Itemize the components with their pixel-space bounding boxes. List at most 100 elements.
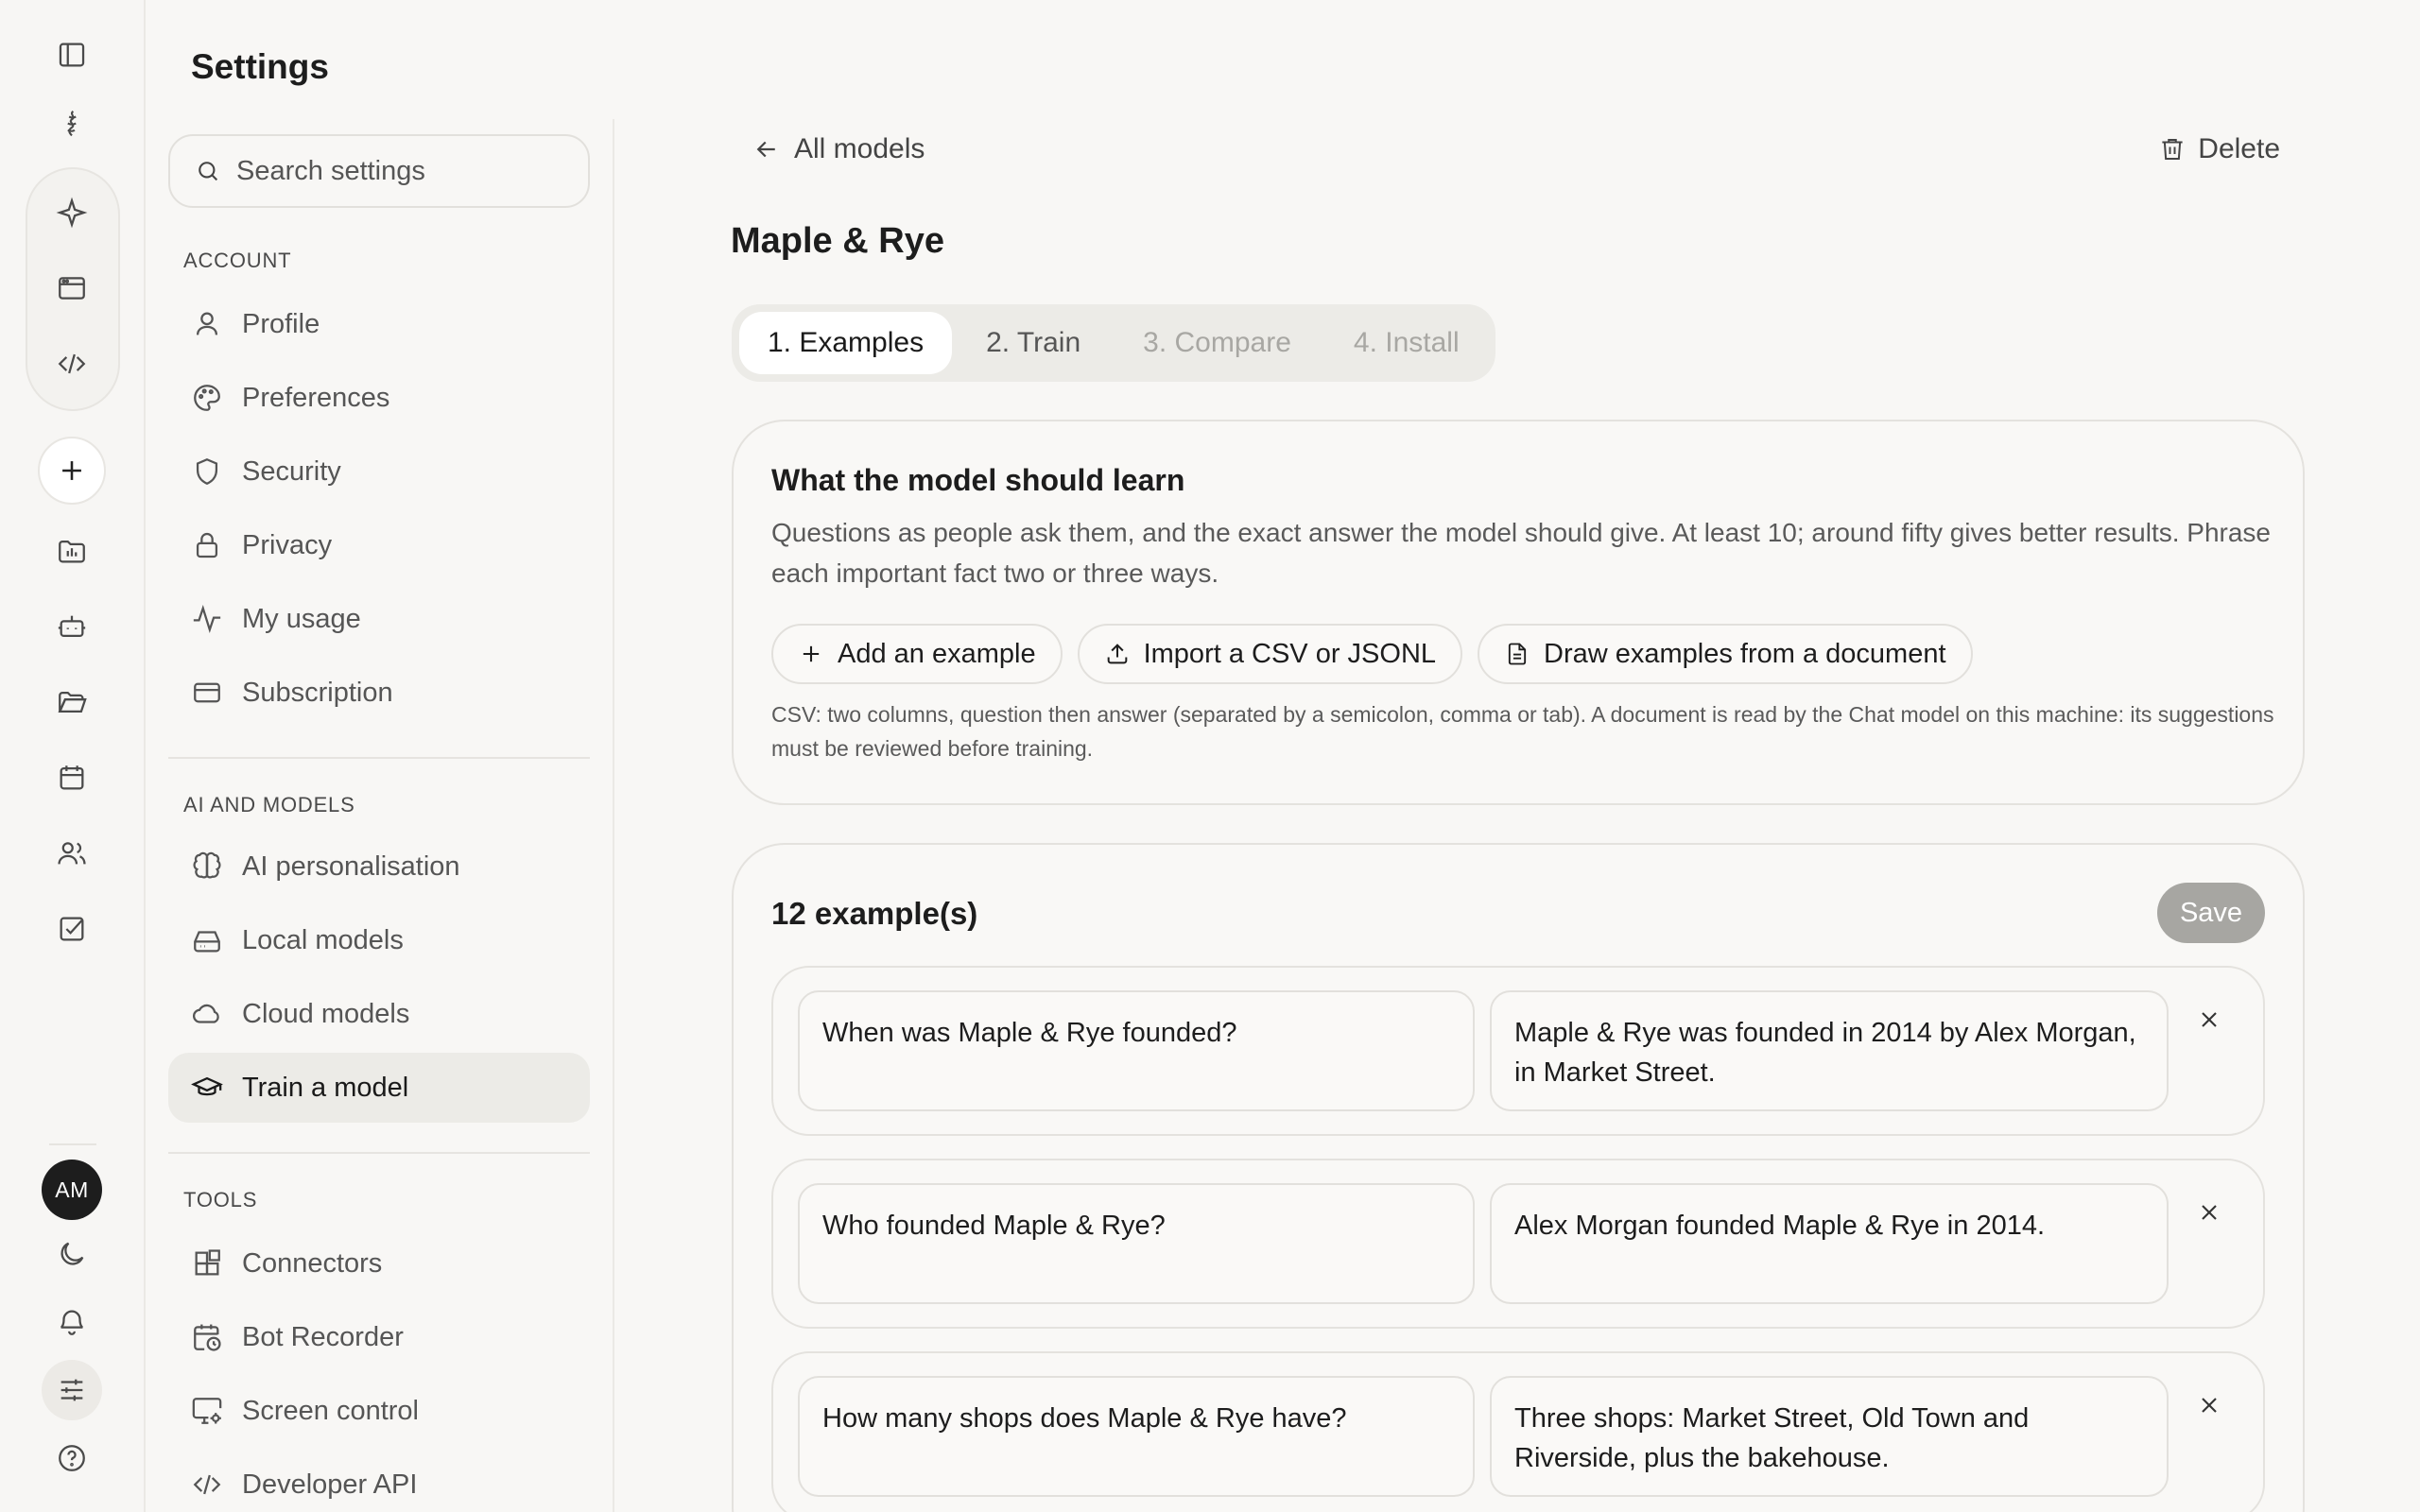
save-button[interactable]: Save (2157, 883, 2265, 943)
settings-title: Settings (191, 47, 329, 86)
upload-icon (1104, 641, 1131, 667)
file-text-icon (1504, 641, 1530, 667)
sparkle-icon[interactable] (42, 182, 102, 243)
rail-divider (49, 1143, 96, 1145)
moon-icon[interactable] (42, 1224, 102, 1284)
sidebar-toggle-icon[interactable] (42, 25, 102, 85)
sidebar-item-label: Connectors (242, 1247, 383, 1279)
remove-example-button[interactable] (2193, 1004, 2225, 1036)
delete-model-button[interactable]: Delete (2158, 130, 2280, 168)
sidebar-separator (613, 119, 614, 1512)
app-logo-icon (42, 94, 102, 155)
sidebar-item-label: Bot Recorder (242, 1321, 404, 1352)
question-field[interactable]: How many shops does Maple & Rye have? (798, 1376, 1475, 1497)
delete-label: Delete (2198, 133, 2280, 164)
question-field[interactable]: When was Maple & Rye founded? (798, 990, 1475, 1111)
sidebar-item-label: AI personalisation (242, 850, 460, 882)
sidebar-item-connectors[interactable]: Connectors (168, 1228, 590, 1298)
code-icon (191, 1469, 223, 1501)
tab-examples[interactable]: 1. Examples (739, 312, 953, 374)
answer-field[interactable]: Alex Morgan founded Maple & Rye in 2014. (1490, 1183, 2169, 1304)
browser-window-icon[interactable] (42, 258, 102, 318)
sidebar-item-profile[interactable]: Profile (168, 289, 590, 359)
avatar[interactable]: AM (42, 1160, 102, 1220)
answer-field[interactable]: Maple & Rye was founded in 2014 by Alex … (1490, 990, 2169, 1111)
sidebar-item-ai-personalisation[interactable]: AI personalisation (168, 832, 590, 902)
remove-example-button[interactable] (2193, 1196, 2225, 1228)
add-example-label: Add an example (838, 638, 1036, 669)
code-icon[interactable] (42, 334, 102, 394)
monitor-cog-icon (191, 1395, 223, 1427)
sidebar-item-cloud-models[interactable]: Cloud models (168, 979, 590, 1049)
import-format-hint: CSV: two columns, question then answer (… (771, 702, 2274, 761)
example-row: Who founded Maple & Rye? Alex Morgan fou… (771, 1159, 2265, 1329)
plus-icon (798, 641, 824, 667)
sidebar-item-label: Train a model (242, 1072, 409, 1103)
tab-install: 4. Install (1353, 327, 1460, 358)
sidebar-item-developer-api[interactable]: Developer API (168, 1450, 590, 1512)
activity-icon (191, 603, 223, 635)
sidebar-item-label: My usage (242, 603, 361, 634)
search-icon (195, 158, 221, 184)
close-icon (2196, 1006, 2222, 1033)
model-name-heading: Maple & Rye (731, 221, 944, 261)
sidebar-divider (168, 757, 590, 759)
sidebar-divider (168, 1152, 590, 1154)
new-item-button[interactable] (38, 437, 106, 505)
examples-count: 12 example(s) (771, 896, 978, 931)
close-icon (2196, 1392, 2222, 1418)
checkbox-icon[interactable] (42, 899, 102, 959)
sidebar-item-bot-recorder[interactable]: Bot Recorder (168, 1302, 590, 1372)
sidebar-item-local-models[interactable]: Local models (168, 905, 590, 975)
sidebar-item-label: Security (242, 455, 341, 487)
sidebar-item-label: Screen control (242, 1395, 419, 1426)
import-csv-jsonl-button[interactable]: Import a CSV or JSONL (1077, 624, 1463, 684)
back-to-all-models-link[interactable]: All models (752, 130, 925, 168)
sidebar-item-security[interactable]: Security (168, 437, 590, 507)
search-settings-box[interactable] (168, 134, 590, 208)
help-icon[interactable] (42, 1428, 102, 1488)
sliders-icon[interactable] (42, 1360, 102, 1420)
arrow-left-icon (752, 135, 781, 163)
tab-train[interactable]: 2. Train (958, 312, 1109, 374)
app-rail: AM (0, 0, 146, 1512)
sidebar-item-preferences[interactable]: Preferences (168, 363, 590, 433)
blocks-icon (191, 1247, 223, 1280)
user-icon (191, 308, 223, 340)
learn-card-description: Questions as people ask them, and the ex… (771, 518, 2272, 588)
learn-instructions-card: What the model should learn Questions as… (732, 420, 2305, 805)
palette-icon (191, 382, 223, 414)
calendar-icon[interactable] (42, 747, 102, 808)
close-icon (2196, 1199, 2222, 1226)
cloud-icon (191, 998, 223, 1030)
sidebar-item-my-usage[interactable]: My usage (168, 584, 590, 654)
tab-compare: 3. Compare (1143, 327, 1291, 358)
folder-open-icon[interactable] (42, 672, 102, 732)
question-field[interactable]: Who founded Maple & Rye? (798, 1183, 1475, 1304)
search-input[interactable] (236, 155, 577, 187)
brain-icon (191, 850, 223, 883)
bot-icon[interactable] (42, 596, 102, 657)
add-example-button[interactable]: Add an example (771, 624, 1063, 684)
lock-icon (191, 529, 223, 561)
users-icon[interactable] (42, 823, 102, 884)
section-label-account: ACCOUNT (183, 249, 292, 272)
trash-icon (2158, 135, 2187, 163)
sidebar-item-train-a-model[interactable]: Train a model (168, 1053, 590, 1123)
sidebar-item-privacy[interactable]: Privacy (168, 510, 590, 580)
draw-from-document-button[interactable]: Draw examples from a document (1478, 624, 1973, 684)
example-source-buttons: Add an example Import a CSV or JSONL Dra… (771, 624, 1973, 684)
sidebar-item-screen-control[interactable]: Screen control (168, 1376, 590, 1446)
sidebar-item-label: Privacy (242, 529, 333, 560)
sidebar-item-label: Subscription (242, 677, 393, 708)
draw-from-document-label: Draw examples from a document (1544, 638, 1946, 669)
bell-icon[interactable] (42, 1292, 102, 1352)
back-link-label: All models (794, 133, 925, 164)
sidebar-item-label: Cloud models (242, 998, 410, 1029)
remove-example-button[interactable] (2193, 1389, 2225, 1421)
answer-field[interactable]: Three shops: Market Street, Old Town and… (1490, 1376, 2169, 1497)
graduation-cap-icon (191, 1072, 223, 1104)
example-row: How many shops does Maple & Rye have? Th… (771, 1351, 2265, 1512)
folder-chart-icon[interactable] (42, 521, 102, 581)
sidebar-item-subscription[interactable]: Subscription (168, 658, 590, 728)
